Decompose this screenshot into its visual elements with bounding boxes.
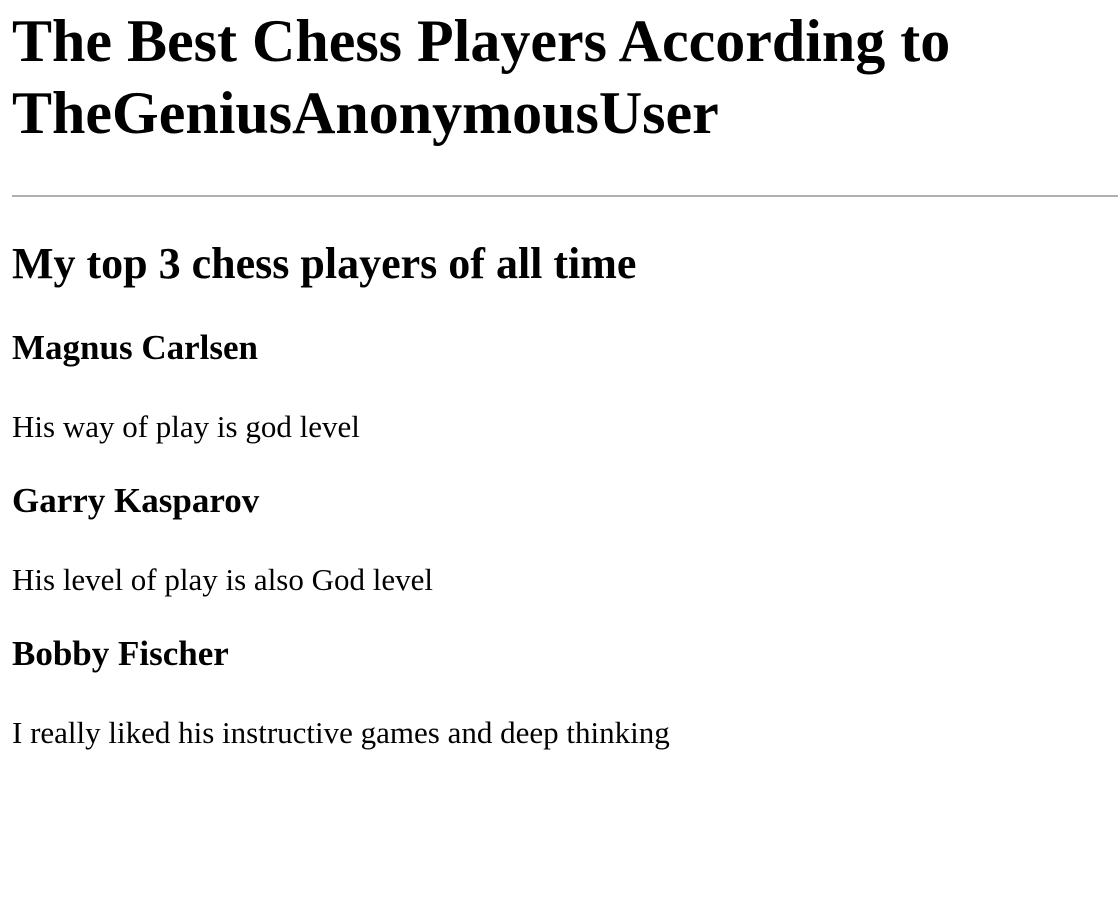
player-name: Magnus Carlsen [12, 328, 258, 367]
section-title: My top 3 chess players of all time [12, 239, 637, 288]
horizontal-divider [12, 195, 1118, 197]
player-entry-bobby-fischer: Bobby Fischer I really liked his instruc… [12, 633, 1118, 751]
page-content: The Best Chess Players According to TheG… [0, 5, 1118, 914]
page-title: The Best Chess Players According to TheG… [12, 8, 951, 146]
player-name: Bobby Fischer [12, 634, 229, 673]
player-description: His level of play is also God level [12, 562, 433, 597]
player-entry-magnus-carlsen: Magnus Carlsen His way of play is god le… [12, 327, 1118, 445]
player-description: His way of play is god level [12, 409, 360, 444]
player-name: Garry Kasparov [12, 481, 260, 520]
player-description: I really liked his instructive games and… [12, 715, 670, 750]
player-entry-garry-kasparov: Garry Kasparov His level of play is also… [12, 480, 1118, 598]
